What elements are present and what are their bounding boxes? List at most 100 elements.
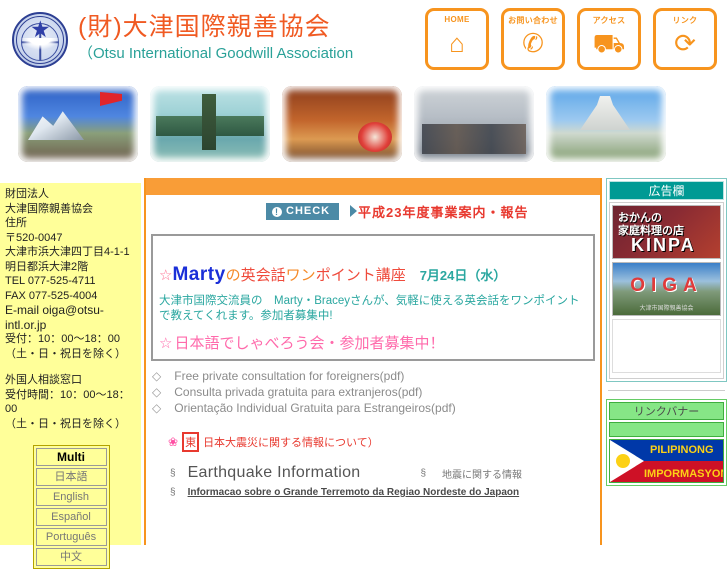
announcement-part-1: の	[225, 267, 241, 284]
announcement-box: ☆Martyの英会話ワンポイント講座 7月24日（水） 大津市国際交流員の Mar…	[151, 234, 595, 361]
body-columns: 財団法人 大津国際親善協会 住所 〒520-0047 大津市浜大津四丁目4-1-…	[0, 178, 727, 569]
diamond-icon: ◇	[152, 385, 162, 399]
announcement-part-2: 英会話	[240, 267, 286, 284]
oiga-logo-icon[interactable]: ★	[12, 12, 68, 68]
contact-fax: FAX 077-525-4004	[5, 289, 98, 302]
banner-kinpa[interactable]: おかんの 家庭料理の店 KINPA	[612, 205, 721, 259]
announcement-headline: ☆Martyの英会話ワンポイント講座 7月24日（水）	[159, 264, 587, 286]
check-badge-tail	[350, 205, 357, 217]
section-mark-icon: §	[420, 467, 427, 479]
lang-portugues-button[interactable]: Português	[35, 528, 107, 546]
diamond-icon: ◇	[152, 369, 162, 383]
contact-tel: TEL 077-525-4711	[5, 275, 96, 287]
pink-line-label: 日本語でしゃべろう会・参加者募集中！	[174, 335, 445, 352]
consultation-hours: 受付時間：10：00～18：00	[5, 388, 130, 416]
contact-hours: 受付：10：00～18：00	[5, 333, 120, 345]
star-icon: ☆	[159, 267, 173, 284]
flower-icon: ❀	[168, 435, 179, 449]
list-sep	[162, 401, 174, 415]
oiga-banner-text: OIGA	[630, 275, 703, 296]
link-banner-subbar	[609, 422, 724, 437]
red-notice-boxed: 東	[182, 432, 200, 452]
check-headline: 平成23年度事業案内・報告	[358, 205, 529, 220]
ad-panel-body: おかんの 家庭料理の店 KINPA OIGA 大津市国際親善協会	[609, 202, 724, 379]
main-orange-bar	[146, 178, 600, 195]
banner-oiga[interactable]: OIGA 大津市国際親善協会	[612, 262, 721, 316]
list-item[interactable]: ◇ Consulta privada gratuita para extranj…	[152, 384, 600, 400]
banner-empty[interactable]	[612, 319, 721, 373]
earthquake-pt-link: Informacao sobre o Grande Terremoto da R…	[187, 487, 520, 498]
ad-panel: 広告欄 おかんの 家庭料理の店 KINPA OIGA 大津市国際親善協会	[606, 178, 727, 382]
photo-lake-pagoda	[150, 86, 270, 162]
page-root: ★ (財)大津国際親善協会 （Otsu International Goodwi…	[0, 0, 727, 569]
consultation-closed: （土・日・祝日を除く）	[5, 417, 126, 430]
refresh-link-icon: ⟳	[674, 28, 696, 58]
site-title-en: （Otsu International Goodwill Association	[78, 44, 353, 64]
check-badge-label: CHECK	[286, 205, 331, 217]
site-title-en-lead: （	[78, 45, 94, 62]
nav-home-button[interactable]: HOME ⌂	[425, 8, 489, 70]
star-icon: ☆	[159, 335, 173, 352]
red-notice-row[interactable]: ❀ 東 日本大震災に関する情報について）	[168, 432, 600, 452]
earthquake-title: Earthquake Information	[187, 464, 361, 481]
photo-mountain-group	[18, 86, 138, 162]
earthquake-title-jp: 地震に関する情報	[442, 469, 523, 481]
contact-email[interactable]: E-mail oiga@otsu-intl.or.jp	[5, 303, 137, 332]
divider	[608, 390, 725, 391]
list-sep	[162, 385, 174, 399]
list-item[interactable]: ◇ Orientação Individual Gratuita para Es…	[152, 400, 600, 416]
house-icon: ⌂	[449, 28, 465, 58]
lang-english-button[interactable]: English	[35, 488, 107, 506]
pdf-link-list: ◇ Free private consultation for foreigne…	[152, 368, 600, 416]
announcement-date: 7月24日（水）	[419, 268, 507, 283]
pdf-link-english: Free private consultation for foreigners…	[174, 369, 405, 383]
lang-japanese-button[interactable]: 日本語	[35, 468, 107, 486]
earthquake-pt-row[interactable]: § Informacao sobre o Grande Terremoto da…	[170, 487, 600, 498]
lang-chinese-button[interactable]: 中文	[35, 548, 107, 566]
site-title-en-text: Otsu International Goodwill Association	[93, 45, 354, 62]
contact-info: 財団法人 大津国際親善協会 住所 〒520-0047 大津市浜大津四丁目4-1-…	[5, 187, 137, 431]
banner-pilipinong-impormasyon[interactable]: PILIPINONG IMPORMASYON	[609, 439, 724, 483]
exclamation-icon: !	[272, 206, 282, 217]
lang-espanol-button[interactable]: Español	[35, 508, 107, 526]
nav-link-label: リンク	[672, 16, 698, 25]
section-mark-icon: §	[170, 467, 176, 479]
pdf-link-spanish: Consulta privada gratuita para extranjer…	[174, 385, 423, 399]
sidebar-left: 財団法人 大津国際親善協会 住所 〒520-0047 大津市浜大津四丁目4-1-…	[0, 183, 141, 569]
link-banner-panel: リンクバナー PILIPINONG IMPORMASYON	[606, 399, 727, 486]
list-sep	[162, 369, 174, 383]
nav-access-label: アクセス	[592, 16, 626, 25]
nav-access-button[interactable]: アクセス ⛟	[577, 8, 641, 70]
link-banner-title: リンクバナー	[609, 402, 724, 420]
check-badge[interactable]: ! CHECK	[266, 203, 340, 220]
contact-line: 大津国際親善協会	[5, 202, 93, 215]
announcement-body: 大津市国際交流員の Marty・Braceyさんが、気軽に使える英会話をワンポイ…	[159, 295, 580, 322]
list-item[interactable]: ◇ Free private consultation for foreigne…	[152, 368, 600, 384]
header-nav: HOME ⌂ お問い合わせ ✆ アクセス ⛟ リンク ⟳	[425, 8, 717, 70]
announcement-name: Marty	[172, 264, 226, 285]
nav-home-label: HOME	[444, 15, 470, 24]
photo-cultural-festival	[282, 86, 402, 162]
red-notice-text: 日本大震災に関する情報について）	[203, 437, 379, 449]
ad-panel-title: 広告欄	[609, 181, 724, 200]
nav-contact-button[interactable]: お問い合わせ ✆	[501, 8, 565, 70]
oiga-banner-sub: 大津市国際親善協会	[639, 306, 694, 312]
earthquake-row[interactable]: § Earthquake Information § 地震に関する情報	[170, 464, 600, 482]
photo-capitol-building	[546, 86, 666, 162]
language-selector: Multi 日本語 English Español Português 中文	[32, 445, 110, 569]
wave-shape	[20, 38, 60, 50]
nav-contact-label: お問い合わせ	[508, 16, 558, 25]
phone-icon: ✆	[522, 28, 544, 58]
check-row: ! CHECK 平成23年度事業案内・報告	[146, 202, 600, 228]
photo-strip	[0, 80, 727, 176]
contact-address-2: 明日都浜大津2階	[5, 260, 89, 273]
sidebar-right: 広告欄 おかんの 家庭料理の店 KINPA OIGA 大津市国際親善協会 リンク…	[606, 178, 727, 545]
announcement-pink-line[interactable]: ☆ 日本語でしゃべろう会・参加者募集中！	[159, 332, 587, 353]
contact-line: 財団法人	[5, 188, 49, 200]
nav-link-button[interactable]: リンク ⟳	[653, 8, 717, 70]
consultation-title: 外国人相談窓口	[5, 374, 82, 386]
flag-sun-icon	[616, 454, 630, 468]
contact-line: 住所	[5, 217, 27, 229]
lang-multi-button[interactable]: Multi	[35, 448, 107, 466]
